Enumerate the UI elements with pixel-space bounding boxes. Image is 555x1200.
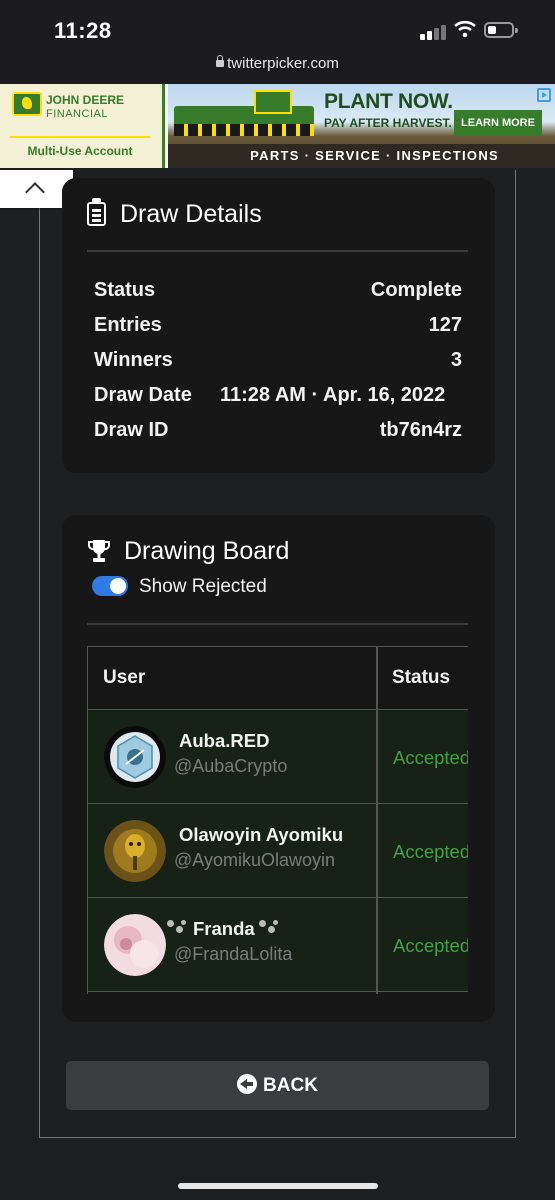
clock: 11:28 <box>54 18 112 43</box>
detail-row-draw-date: Draw Date 11:28 AM · Apr. 16, 2022 <box>94 384 462 410</box>
signal-icon <box>420 22 448 40</box>
drawing-board-title: Drawing Board <box>124 537 290 565</box>
detail-label: Entries <box>94 314 162 336</box>
divider <box>87 250 468 252</box>
arrow-left-circle-icon <box>237 1074 258 1094</box>
lock-icon <box>216 55 225 67</box>
ad-headline: PLANT NOW. <box>324 90 453 113</box>
column-header-user: User <box>103 667 146 688</box>
back-button[interactable]: BACK <box>66 1061 489 1110</box>
detail-label: Draw ID <box>94 419 169 441</box>
show-rejected-toggle[interactable] <box>92 576 128 596</box>
table-row: Olawoyin Ayomiku @AyomikuOlawoyin Accept… <box>88 804 468 898</box>
ad-account-text: Multi-Use Account <box>10 136 150 164</box>
ad-brand-name: JOHN DEERE <box>46 93 125 107</box>
paw-icon <box>167 920 189 936</box>
ad-image-panel: PLANT NOW. PAY AFTER HARVEST. LEARN MORE… <box>168 84 555 168</box>
back-label: BACK <box>263 1075 318 1096</box>
ad-learn-more-button[interactable]: LEARN MORE <box>454 110 542 136</box>
ad-footer: PARTS · SERVICE · INSPECTIONS <box>168 144 555 168</box>
detail-value: tb76n4rz <box>379 419 462 441</box>
wifi-icon <box>454 20 476 38</box>
deer-logo-icon <box>12 92 42 116</box>
draw-details-title: Draw Details <box>120 200 262 228</box>
entry-status: Accepted <box>393 747 468 768</box>
show-rejected-label: Show Rejected <box>139 576 267 597</box>
user-handle[interactable]: @AubaCrypto <box>174 756 287 777</box>
detail-value: 127 <box>428 314 462 336</box>
user-handle[interactable]: @AyomikuOlawoyin <box>174 850 335 871</box>
user-handle[interactable]: @FrandaLolita <box>174 944 292 965</box>
entry-status: Accepted <box>393 935 468 956</box>
user-name: Auba.RED <box>179 730 270 751</box>
entry-status: Accepted <box>393 841 468 862</box>
detail-value: Complete <box>370 279 462 301</box>
column-header-status: Status <box>392 667 451 688</box>
paw-icon <box>258 920 281 936</box>
draw-details-card: Draw Details Status Complete Entries 127… <box>62 178 495 473</box>
entries-table[interactable]: User Status Auba.RED @AubaCrypto Accepte… <box>87 646 468 994</box>
detail-value: 3 <box>450 349 462 371</box>
detail-label: Winners <box>94 349 173 371</box>
ad-banner[interactable]: JOHN DEERE FINANCIAL Multi-Use Account P… <box>0 84 555 168</box>
divider <box>87 623 468 625</box>
address-bar[interactable]: twitterpicker.com <box>0 55 555 72</box>
user-name: Franda <box>193 918 255 939</box>
ad-subline: PAY AFTER HARVEST. <box>324 116 452 130</box>
battery-icon <box>484 22 518 38</box>
detail-value: 11:28 AM · Apr. 16, 2022 <box>220 384 446 406</box>
avatar[interactable] <box>104 726 166 788</box>
table-row: Auba.RED @AubaCrypto Accepted <box>88 710 468 804</box>
home-indicator[interactable] <box>178 1183 378 1189</box>
status-bar: 11:28 twitterpicker.com <box>0 0 555 86</box>
adchoices-icon[interactable] <box>537 88 551 102</box>
ad-brand-sub: FINANCIAL <box>46 108 108 120</box>
tractor-image <box>174 90 314 136</box>
user-name-row: Franda <box>163 918 285 940</box>
user-name: Olawoyin Ayomiku <box>179 824 344 845</box>
clipboard-icon <box>87 198 106 226</box>
table-row: Franda @FrandaLolita Accepted <box>88 898 468 992</box>
chevron-up-icon <box>25 182 45 202</box>
table-header: User Status <box>88 646 468 710</box>
avatar[interactable] <box>104 914 166 976</box>
drawing-board-card: Drawing Board Show Rejected User Status … <box>62 515 495 1022</box>
detail-label: Status <box>94 279 156 301</box>
ad-brand-panel: JOHN DEERE FINANCIAL Multi-Use Account <box>0 84 165 168</box>
trophy-icon <box>88 540 110 562</box>
avatar[interactable] <box>104 820 166 882</box>
url-text: twitterpicker.com <box>227 55 339 72</box>
detail-label: Draw Date <box>94 384 192 406</box>
column-separator <box>376 646 378 994</box>
